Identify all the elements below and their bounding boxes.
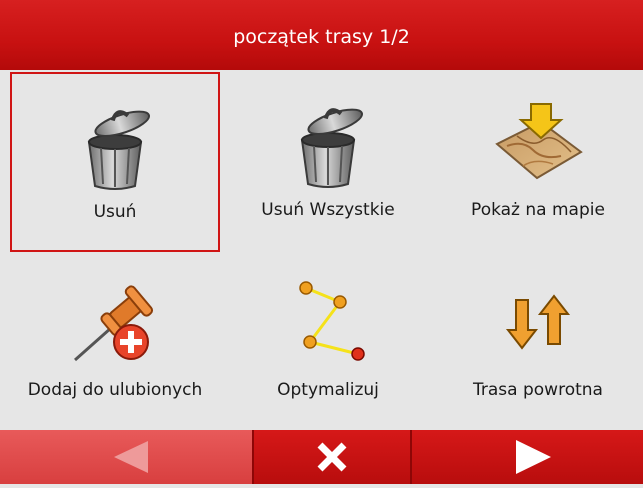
bottom-toolbar <box>0 430 643 484</box>
close-button[interactable] <box>253 430 411 484</box>
app-window: początek trasy 1/2 Usuń Usuń Wszystkie P… <box>0 0 643 484</box>
reverse-arrows-icon <box>433 274 643 370</box>
optimize-button[interactable]: Optymalizuj <box>223 252 433 432</box>
tile-label: Usuń <box>93 202 137 222</box>
tile-label: Pokaż na mapie <box>471 200 605 220</box>
close-icon <box>317 442 347 472</box>
title-bar: początek trasy 1/2 <box>0 0 643 70</box>
next-button[interactable] <box>411 430 643 484</box>
add-to-favorites-button[interactable]: Dodaj do ulubionych <box>10 252 220 432</box>
delete-button[interactable]: Usuń <box>10 72 220 252</box>
return-route-button[interactable]: Trasa powrotna <box>433 252 643 432</box>
previous-button[interactable] <box>0 430 253 484</box>
tile-label: Optymalizuj <box>277 380 379 400</box>
tile-label: Usuń Wszystkie <box>261 200 395 220</box>
tile-label: Dodaj do ulubionych <box>27 380 203 400</box>
arrow-right-icon <box>516 440 551 474</box>
show-on-map-button[interactable]: Pokaż na mapie <box>433 72 643 252</box>
action-grid: Usuń Usuń Wszystkie Pokaż na mapie Dodaj… <box>0 70 643 430</box>
pushpin-add-icon <box>10 274 220 370</box>
tile-label: Trasa powrotna <box>473 380 603 400</box>
map-arrow-icon <box>433 96 643 192</box>
arrow-left-icon <box>114 441 148 473</box>
page-title: początek trasy 1/2 <box>233 26 410 48</box>
route-optimize-icon <box>223 274 433 370</box>
delete-all-button[interactable]: Usuń Wszystkie <box>223 72 433 252</box>
trash-can-icon <box>12 98 218 194</box>
trash-can-icon <box>223 96 433 192</box>
